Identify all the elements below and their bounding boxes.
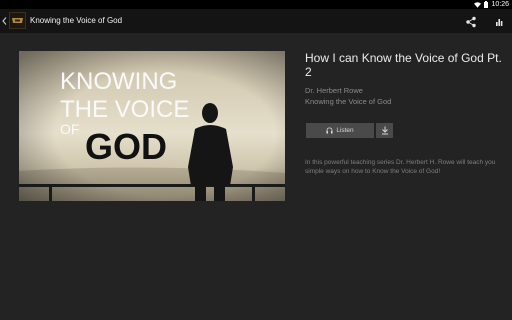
stats-button[interactable]: [493, 15, 505, 27]
sermon-title: How I can Know the Voice of God Pt. 2: [305, 51, 502, 79]
app-bar-title: Knowing the Voice of God: [30, 16, 123, 25]
download-icon: [381, 126, 388, 135]
artwork-line-4: GOD: [85, 126, 167, 167]
stats-icon: [496, 19, 503, 26]
battery-icon: [484, 1, 489, 8]
back-button[interactable]: [0, 13, 8, 29]
status-icons: 10:26: [474, 0, 509, 9]
status-time: 10:26: [491, 1, 509, 8]
sermon-description: In this powerful teaching series Dr. Her…: [305, 159, 496, 175]
app-logo-icon: [10, 13, 25, 28]
status-bar: 10:26: [0, 0, 512, 9]
artwork-line-2: THE VOICE: [60, 96, 189, 123]
share-button[interactable]: [465, 15, 477, 28]
artwork-line-1: KNOWING: [60, 68, 177, 95]
download-button[interactable]: [376, 123, 393, 138]
artwork-image: KNOWING THE VOICE OF GOD: [19, 51, 285, 201]
chevron-left-icon: [1, 17, 6, 25]
artwork-line-3: OF: [60, 121, 79, 137]
listen-button[interactable]: Listen: [306, 123, 374, 138]
wifi-icon: [474, 1, 482, 8]
sermon-series: Knowing the Voice of God: [305, 97, 392, 106]
listen-label: Listen: [336, 127, 354, 134]
app-logo: [9, 12, 26, 29]
app-bar: Knowing the Voice of God: [0, 9, 512, 33]
sermon-artwork: KNOWING THE VOICE OF GOD: [19, 51, 285, 201]
share-icon: [466, 16, 476, 28]
sermon-speaker: Dr. Herbert Rowe: [305, 86, 363, 95]
headphones-icon: [326, 127, 333, 134]
